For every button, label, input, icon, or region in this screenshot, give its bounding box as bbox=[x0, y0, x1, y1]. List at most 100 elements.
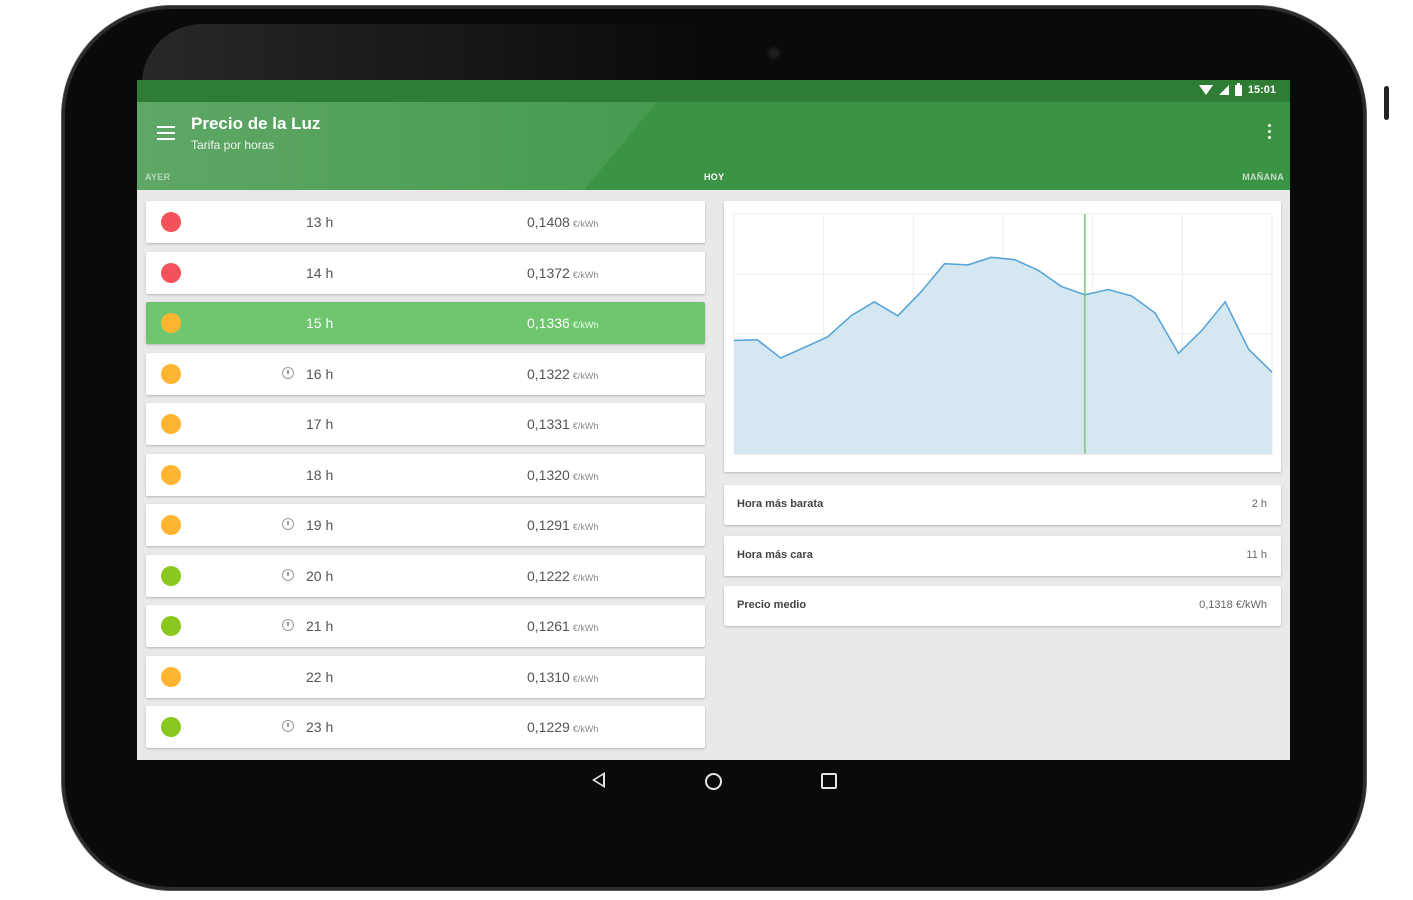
price-level-dot bbox=[161, 666, 181, 687]
price-row[interactable]: 20 h 0,1222 €/kWh bbox=[146, 554, 705, 597]
hour-label: 21 h bbox=[306, 618, 334, 634]
price-number: 0,1261 bbox=[527, 618, 570, 634]
price-number: 0,1222 bbox=[527, 567, 570, 584]
price-value: 0,1331 €/kWh bbox=[527, 416, 598, 432]
price-level-dot bbox=[161, 262, 181, 283]
price-unit: €/kWh bbox=[572, 421, 599, 431]
hour-label: 13 h bbox=[306, 214, 334, 230]
average-price-label: Precio medio bbox=[737, 599, 807, 611]
price-value: 0,1229 €/kWh bbox=[527, 719, 598, 735]
price-value: 0,1372 €/kWh bbox=[527, 265, 598, 281]
price-value: 0,1408 €/kWh bbox=[527, 214, 598, 230]
app-bar: Precio de la Luz Tarifa por horas AYER H… bbox=[137, 102, 1290, 190]
price-unit: €/kWh bbox=[572, 623, 599, 633]
price-level-dot bbox=[161, 363, 181, 384]
back-icon[interactable] bbox=[592, 772, 605, 788]
hour-label: 16 h bbox=[306, 365, 334, 382]
hour-label: 22 h bbox=[306, 668, 334, 685]
hour-label: 18 h bbox=[306, 466, 334, 483]
tab-ayer[interactable]: AYER bbox=[145, 172, 170, 182]
more-options-icon[interactable] bbox=[1268, 124, 1272, 142]
tablet-shine bbox=[142, 24, 702, 84]
price-value: 0,1336 €/kWh bbox=[527, 315, 598, 331]
hour-label: 17 h bbox=[306, 416, 334, 432]
cheapest-hour-label: Hora más barata bbox=[737, 498, 824, 510]
price-row[interactable]: 21 h 0,1261 €/kWh bbox=[146, 605, 705, 647]
hour-label: 20 h bbox=[306, 567, 334, 584]
most-expensive-hour-label: Hora más cara bbox=[737, 549, 813, 561]
price-row[interactable]: 16 h 0,1322 €/kWh bbox=[146, 352, 705, 395]
price-number: 0,1320 bbox=[527, 466, 570, 483]
status-bar: 15:01 bbox=[137, 80, 1290, 102]
average-price-card: Precio medio 0,1318 €/kWh bbox=[724, 586, 1281, 626]
price-row[interactable]: 22 h 0,1310 €/kWh bbox=[146, 655, 705, 698]
cheapest-hour-value: 2 h bbox=[1251, 498, 1267, 510]
menu-icon[interactable] bbox=[157, 126, 175, 140]
price-unit: €/kWh bbox=[572, 219, 599, 229]
average-price-value: 0,1318 €/kWh bbox=[1199, 599, 1267, 611]
price-level-dot bbox=[161, 565, 181, 586]
price-number: 0,1291 bbox=[527, 517, 570, 533]
price-level-dot bbox=[161, 414, 181, 434]
price-level-dot bbox=[161, 616, 181, 636]
price-number: 0,1310 bbox=[527, 668, 570, 685]
price-value: 0,1310 €/kWh bbox=[527, 669, 598, 685]
battery-icon bbox=[1234, 82, 1242, 96]
price-number: 0,1331 bbox=[527, 416, 570, 432]
alarm-icon bbox=[282, 619, 294, 631]
app-subtitle: Tarifa por horas bbox=[191, 138, 275, 152]
hour-label: 19 h bbox=[306, 517, 334, 533]
price-row[interactable]: 19 h 0,1291 €/kWh bbox=[146, 504, 705, 546]
alarm-icon bbox=[282, 568, 294, 581]
price-row[interactable]: 17 h 0,1331 €/kWh bbox=[146, 403, 705, 445]
price-area bbox=[734, 257, 1272, 454]
alarm-icon bbox=[282, 720, 294, 732]
app-title: Precio de la Luz bbox=[191, 114, 321, 133]
tab-hoy[interactable]: HOY bbox=[704, 172, 724, 182]
most-expensive-hour-card: Hora más cara 11 h bbox=[724, 536, 1281, 576]
alarm-icon bbox=[282, 366, 294, 379]
price-level-dot bbox=[161, 515, 181, 535]
price-row[interactable]: 13 h 0,1408 €/kWh bbox=[146, 201, 705, 243]
price-number: 0,1336 bbox=[527, 315, 570, 331]
camera-icon bbox=[767, 46, 781, 60]
price-unit: €/kWh bbox=[572, 269, 599, 280]
price-value: 0,1320 €/kWh bbox=[527, 467, 598, 483]
price-number: 0,1322 bbox=[527, 365, 570, 382]
price-unit: €/kWh bbox=[572, 522, 599, 532]
hour-label: 14 h bbox=[306, 264, 334, 281]
price-row[interactable]: 23 h 0,1229 €/kWh bbox=[146, 706, 705, 748]
price-level-dot bbox=[161, 464, 181, 485]
price-list: 13 h 0,1408 €/kWh 14 h 0,1372 €/kWh 15 h 0,1336… bbox=[146, 201, 705, 757]
home-icon[interactable] bbox=[705, 773, 722, 790]
price-level-dot bbox=[161, 717, 181, 737]
most-expensive-hour-value: 11 h bbox=[1246, 549, 1267, 561]
price-value: 0,1322 €/kWh bbox=[527, 366, 598, 382]
price-unit: €/kWh bbox=[572, 471, 599, 482]
price-unit: €/kWh bbox=[572, 572, 599, 583]
price-number: 0,1229 bbox=[527, 719, 570, 735]
price-row[interactable]: 15 h 0,1336 €/kWh bbox=[146, 302, 705, 344]
alarm-icon bbox=[282, 518, 294, 530]
price-number: 0,1408 bbox=[527, 214, 570, 230]
price-row[interactable]: 18 h 0,1320 €/kWh bbox=[146, 453, 705, 496]
status-icons: 15:01 bbox=[1198, 82, 1276, 96]
recent-apps-icon[interactable] bbox=[821, 773, 837, 789]
screen: 15:01 Precio de la Luz Tarifa por horas … bbox=[137, 80, 1290, 760]
price-unit: €/kWh bbox=[572, 370, 599, 381]
power-button bbox=[1384, 86, 1389, 120]
price-number: 0,1372 bbox=[527, 264, 570, 281]
price-value: 0,1291 €/kWh bbox=[527, 517, 598, 533]
price-chart-card bbox=[724, 201, 1281, 472]
price-row[interactable]: 14 h 0,1372 €/kWh bbox=[146, 251, 705, 294]
status-time: 15:01 bbox=[1247, 84, 1276, 96]
price-value: 0,1222 €/kWh bbox=[527, 568, 598, 584]
price-unit: €/kWh bbox=[572, 673, 599, 684]
price-level-dot bbox=[161, 212, 181, 232]
cheapest-hour-card: Hora más barata 2 h bbox=[724, 485, 1281, 525]
hour-label: 15 h bbox=[306, 315, 334, 331]
signal-icon bbox=[1218, 85, 1229, 95]
tab-manana[interactable]: MAÑANA bbox=[1242, 172, 1284, 182]
wifi-icon bbox=[1198, 85, 1213, 95]
price-level-dot bbox=[161, 313, 181, 333]
